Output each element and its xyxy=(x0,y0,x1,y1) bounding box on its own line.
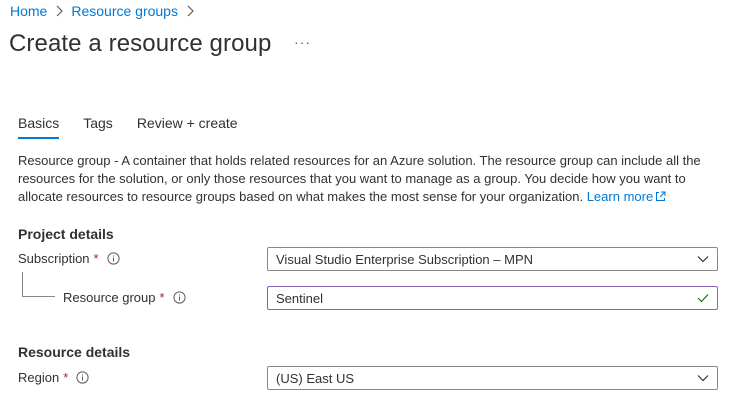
description: Resource group - A container that holds … xyxy=(18,152,728,207)
subscription-dropdown[interactable]: Visual Studio Enterprise Subscription – … xyxy=(267,247,718,271)
resource-group-input[interactable]: Sentinel xyxy=(267,286,718,310)
breadcrumb-home[interactable]: Home xyxy=(10,3,47,19)
region-label-text: Region xyxy=(18,370,60,385)
resource-group-value: Sentinel xyxy=(276,290,323,306)
region-value: (US) East US xyxy=(276,370,355,386)
info-icon[interactable] xyxy=(172,291,186,304)
learn-more-link[interactable]: Learn more xyxy=(587,189,666,204)
tree-connector-vertical xyxy=(22,272,23,296)
project-details-heading: Project details xyxy=(18,226,114,242)
info-icon[interactable] xyxy=(76,371,89,384)
required-marker: * xyxy=(159,290,165,305)
page-title: Create a resource group xyxy=(9,30,272,57)
info-icon[interactable] xyxy=(107,252,120,265)
resource-details-heading: Resource details xyxy=(18,344,131,360)
external-link-icon xyxy=(655,189,666,207)
required-marker: * xyxy=(93,251,99,266)
subscription-label: Subscription * xyxy=(18,251,120,266)
checkmark-icon xyxy=(697,293,709,303)
more-options-button[interactable]: ··· xyxy=(294,34,311,50)
breadcrumb-resource-groups[interactable]: Resource groups xyxy=(71,3,178,19)
breadcrumb: Home Resource groups xyxy=(10,2,202,20)
region-label: Region * xyxy=(18,370,89,385)
tab-tags[interactable]: Tags xyxy=(83,115,113,139)
subscription-value: Visual Studio Enterprise Subscription – … xyxy=(276,251,533,267)
chevron-down-icon xyxy=(697,374,709,382)
required-marker: * xyxy=(63,370,69,385)
tab-review-create[interactable]: Review + create xyxy=(137,115,238,139)
region-dropdown[interactable]: (US) East US xyxy=(267,366,718,390)
create-resource-group-page: Home Resource groups Create a resource g… xyxy=(0,0,737,409)
chevron-right-icon xyxy=(186,5,194,17)
resource-group-label-text: Resource group xyxy=(63,290,156,305)
tab-bar: Basics Tags Review + create xyxy=(18,115,262,139)
tree-connector-horizontal xyxy=(22,296,55,297)
subscription-label-text: Subscription xyxy=(18,251,90,266)
description-term: Resource group xyxy=(18,153,111,168)
resource-group-label: Resource group * xyxy=(63,290,186,305)
chevron-right-icon xyxy=(55,5,64,17)
learn-more-label[interactable]: Learn more xyxy=(587,189,653,204)
chevron-down-icon xyxy=(697,255,709,263)
tab-basics[interactable]: Basics xyxy=(18,115,60,139)
